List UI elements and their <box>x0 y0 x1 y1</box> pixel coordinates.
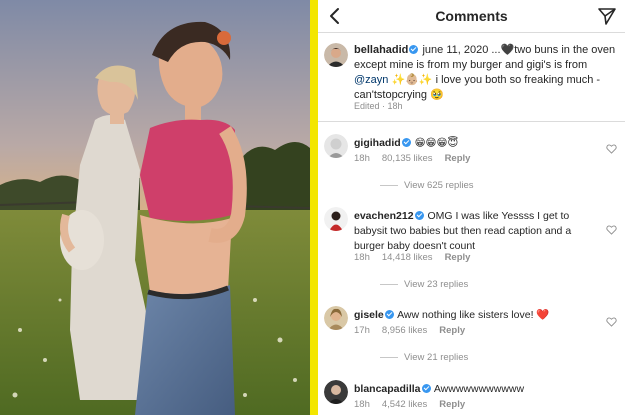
comment-username[interactable]: evachen212 <box>354 210 414 222</box>
comment-time: 18h <box>354 252 370 263</box>
reply-button[interactable]: Reply <box>439 325 465 336</box>
avatar-bellahadid-icon <box>324 43 348 67</box>
comment-meta: 18h 80,135 likes Reply <box>354 153 482 164</box>
comment-text: evachen212 OMG I was like Yessss I get t… <box>354 209 604 254</box>
comment-text: blancapadilla Awwwwwwwwwww <box>354 382 604 397</box>
comment-meta: 18h 4,542 likes Reply <box>354 399 477 410</box>
avatar[interactable] <box>324 207 348 231</box>
avatar-gisele-icon <box>324 306 348 330</box>
comment-meta: 17h 8,956 likes Reply <box>354 325 477 336</box>
heart-emoji: 🖤 <box>500 44 515 56</box>
comment-likes[interactable]: 8,956 likes <box>382 325 427 336</box>
edited-timestamp: Edited · 18h <box>354 101 403 111</box>
comments-header: Comments <box>318 0 625 33</box>
comment-meta: 18h 14,418 likes Reply <box>354 252 482 263</box>
comment-username[interactable]: gigihadid <box>354 137 401 149</box>
comment-time: 18h <box>354 153 370 164</box>
comment-time: 17h <box>354 325 370 336</box>
avatar-blancapadilla-icon <box>324 380 348 404</box>
page-title: Comments <box>435 8 508 24</box>
paper-plane-icon[interactable] <box>597 6 617 26</box>
avatar-evachen212-icon <box>324 207 348 231</box>
pleading-emoji: 🥹 <box>430 89 444 101</box>
avatar[interactable] <box>324 380 348 404</box>
comment-body: Aww nothing like sisters love! ❤️ <box>394 309 550 321</box>
comment-time: 18h <box>354 399 370 410</box>
photo-illustration <box>0 0 310 415</box>
comment-body: 😁😁😁😇 <box>414 137 459 149</box>
view-replies-button[interactable]: View 625 replies <box>380 180 474 191</box>
view-replies-button[interactable]: View 21 replies <box>380 352 468 363</box>
comment-likes[interactable]: 80,135 likes <box>382 153 433 164</box>
verified-badge-icon <box>421 384 431 393</box>
mention-link[interactable]: @zayn <box>354 74 388 86</box>
comment-text: gisele Aww nothing like sisters love! ❤️ <box>354 308 604 323</box>
comment-text: gigihadid 😁😁😁😇 <box>354 136 604 151</box>
comment-username[interactable]: blancapadilla <box>354 383 421 395</box>
avatar[interactable] <box>324 43 348 67</box>
reply-button[interactable]: Reply <box>445 153 471 164</box>
heart-outline-icon[interactable] <box>606 144 617 154</box>
caption-text: bellahadid june 11, 2020 ...🖤two buns in… <box>354 43 620 103</box>
avatar-gigihadid-icon <box>324 134 348 158</box>
heart-outline-icon[interactable] <box>606 317 617 327</box>
verified-badge-icon <box>409 45 419 54</box>
post-caption: bellahadid june 11, 2020 ...🖤two buns in… <box>318 34 625 122</box>
image-divider <box>310 0 318 415</box>
comment-likes[interactable]: 4,542 likes <box>382 399 427 410</box>
post-photo <box>0 0 310 415</box>
comment-likes[interactable]: 14,418 likes <box>382 252 433 263</box>
avatar[interactable] <box>324 134 348 158</box>
reply-button[interactable]: Reply <box>439 399 465 410</box>
comments-panel: Comments bellahadid june 11, 2020 ...🖤tw… <box>318 0 625 415</box>
reply-button[interactable]: Reply <box>445 252 471 263</box>
avatar[interactable] <box>324 306 348 330</box>
comment-body: Awwwwwwwwwww <box>431 383 525 395</box>
caption-text-part1: june 11, 2020 ... <box>419 44 501 56</box>
caption-username[interactable]: bellahadid <box>354 44 408 56</box>
sparkle-baby-emoji: ✨👶🏼✨ <box>388 74 436 86</box>
verified-badge-icon <box>414 211 424 220</box>
comment-username[interactable]: gisele <box>354 309 384 321</box>
verified-badge-icon <box>401 138 411 147</box>
view-replies-button[interactable]: View 23 replies <box>380 279 468 290</box>
verified-badge-icon <box>384 310 394 319</box>
heart-outline-icon[interactable] <box>606 225 617 235</box>
